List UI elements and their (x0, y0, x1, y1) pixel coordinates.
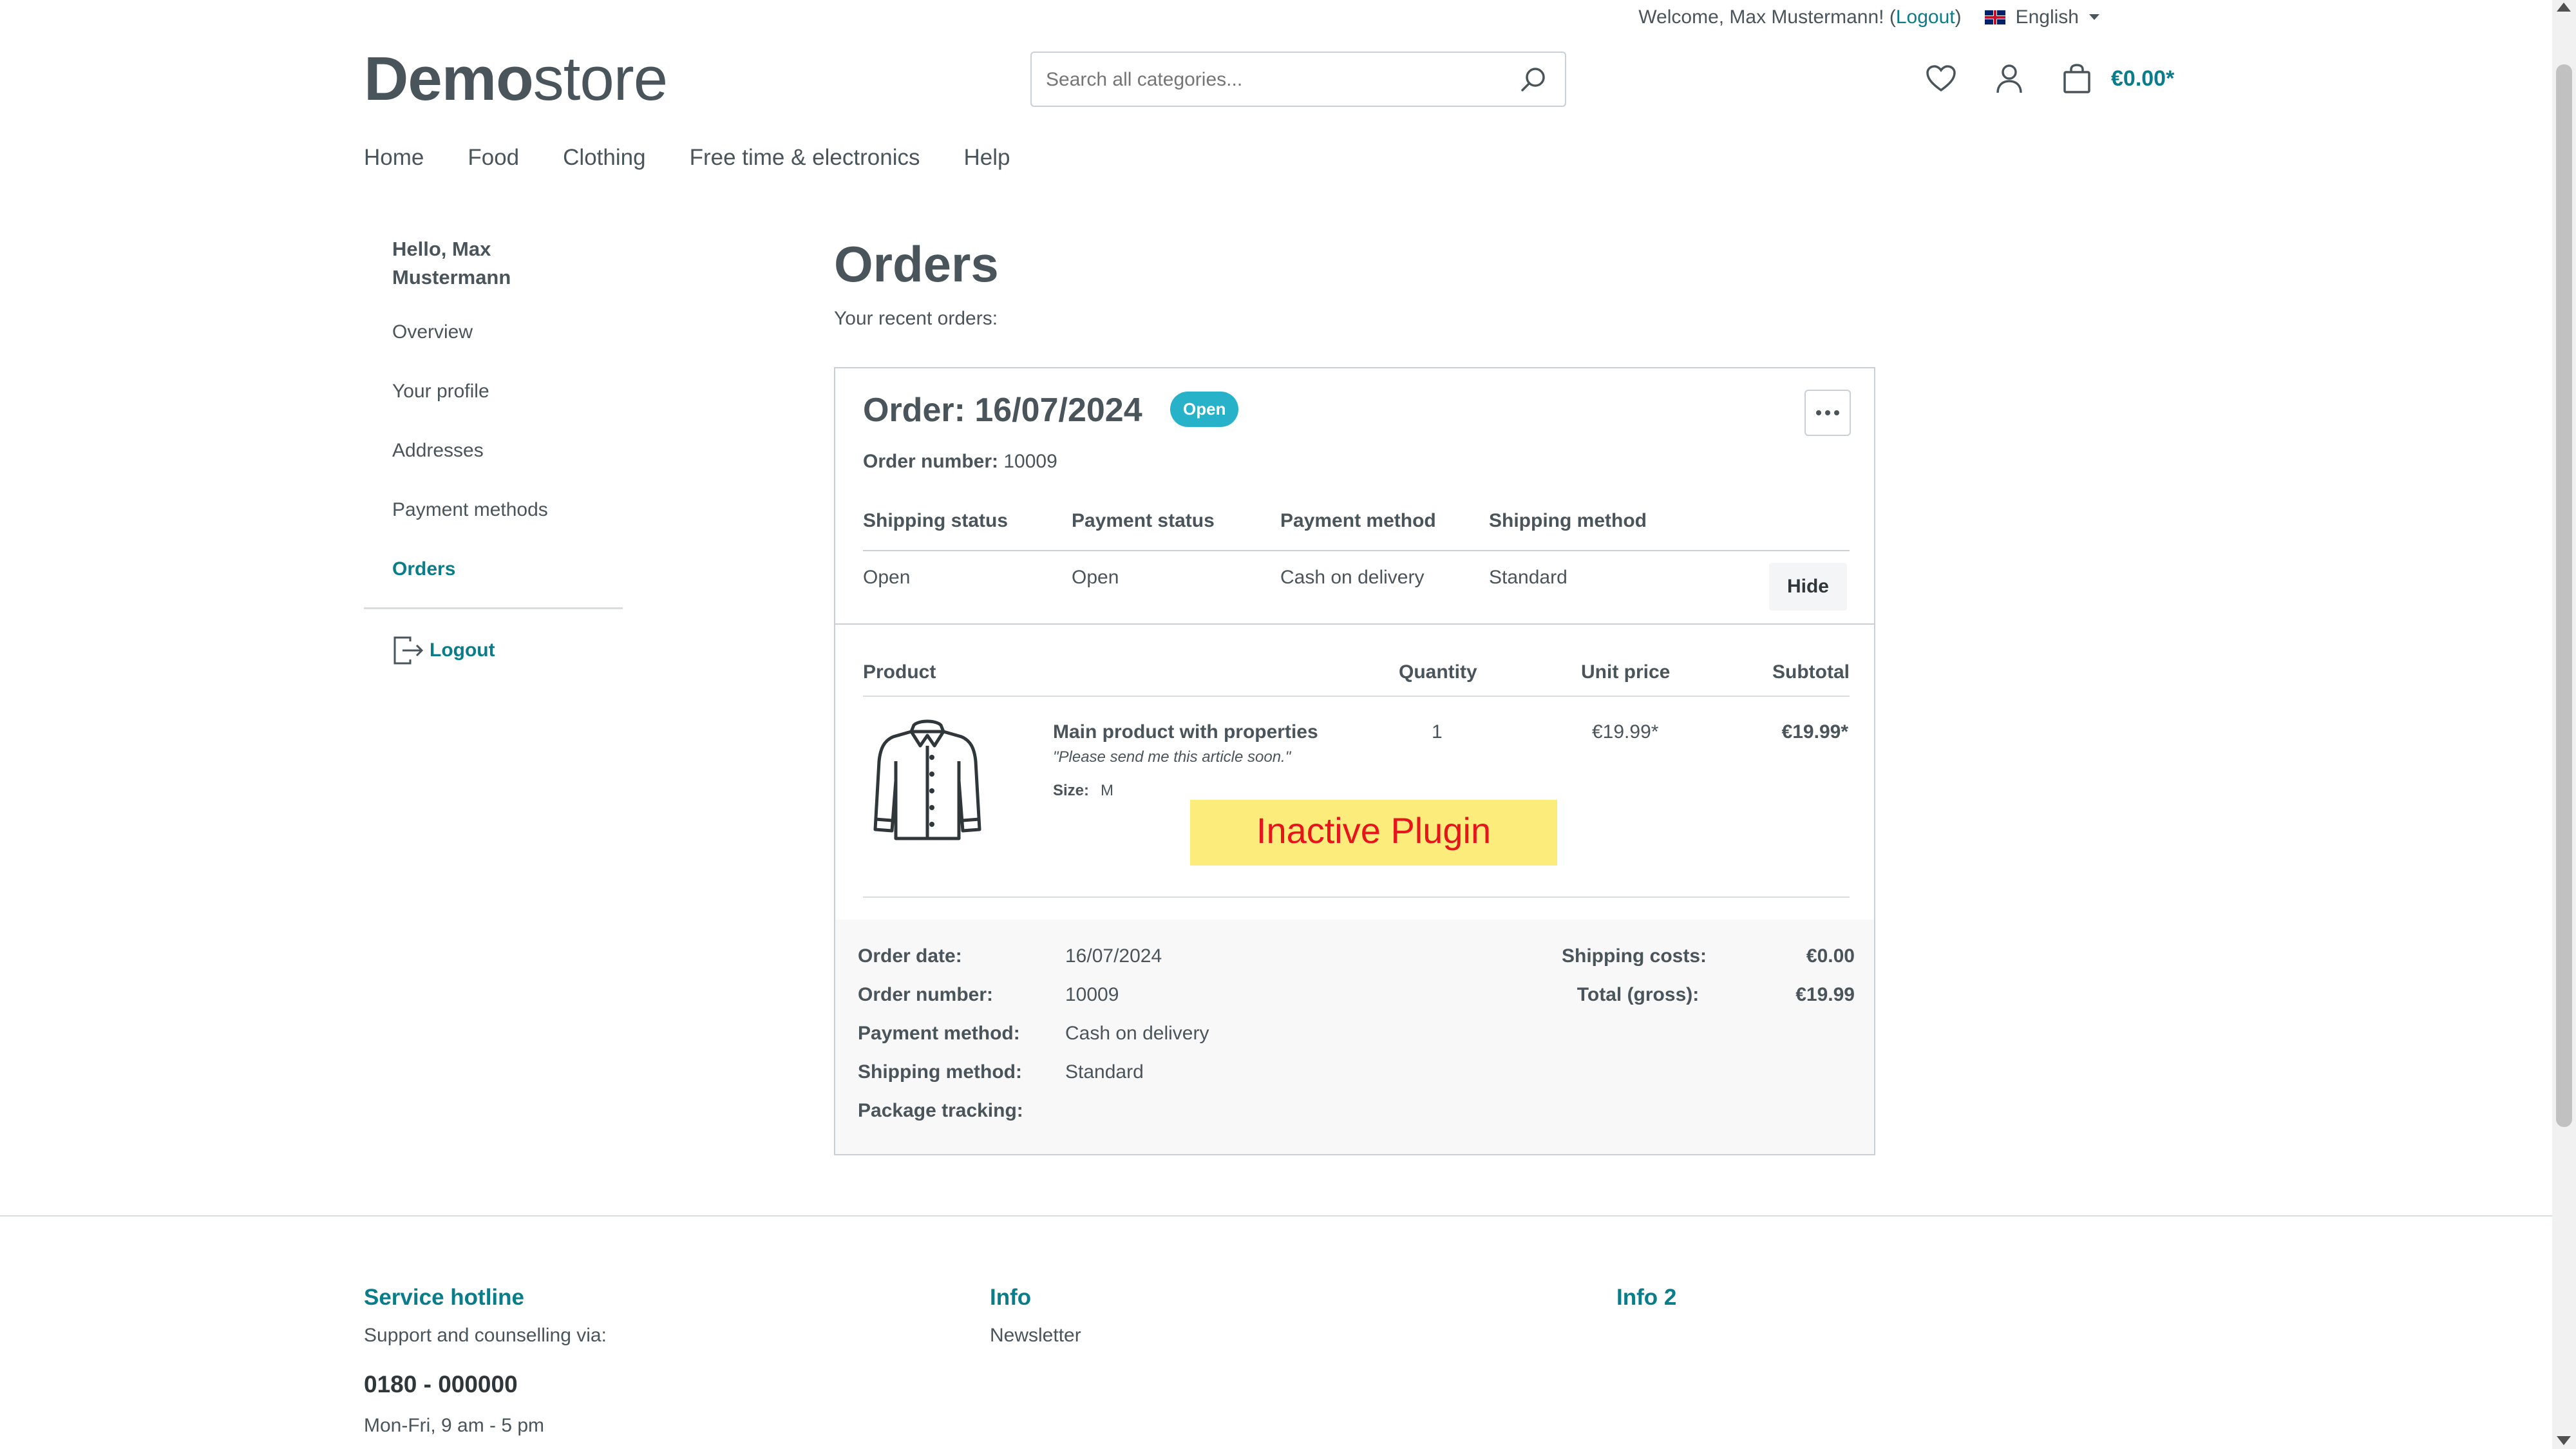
search-input[interactable] (1045, 66, 1498, 94)
order-heading: Order: 16/07/2024 (863, 392, 1142, 429)
value-payment-method: Cash on delivery (1280, 567, 1425, 588)
footer-info-title: Info (990, 1285, 1032, 1310)
top-bar: Welcome, Max Mustermann! (Logout) Englis… (1638, 6, 2099, 28)
scroll-up-arrow-icon[interactable] (2557, 3, 2571, 12)
order-status-headers: Shipping status Payment status Payment m… (863, 510, 1698, 532)
welcome-text: Welcome, Max Mustermann! (Logout) (1638, 6, 1962, 28)
sidebar-logout-button[interactable]: Logout (392, 635, 623, 666)
uk-flag-icon (1984, 10, 2005, 24)
nav-item-clothing[interactable]: Clothing (563, 145, 645, 171)
order-card: Order: 16/07/2024 Open Order number: 100… (834, 367, 1875, 1155)
product-size: Size: M (1053, 782, 1114, 799)
footer-info: Info Newsletter (990, 1285, 1081, 1347)
nav-item-free-time-electronics[interactable]: Free time & electronics (690, 145, 920, 171)
footer-divider (0, 1215, 2552, 1217)
divider (863, 550, 1850, 551)
footer-phone[interactable]: 0180 - 000000 (364, 1371, 607, 1398)
header-actions: €0.00* (1926, 63, 2174, 94)
main-navigation: Home Food Clothing Free time & electroni… (364, 145, 1010, 171)
value-shipping-method: Standard (1489, 567, 1567, 588)
language-selector[interactable]: English (1984, 6, 2099, 28)
account-user-icon[interactable] (1995, 63, 2023, 94)
wishlist-heart-icon[interactable] (1926, 64, 1956, 93)
more-dots-icon (1816, 410, 1821, 415)
footer-info-2: Info 2 (1616, 1285, 1676, 1311)
value-payment-status: Open (1072, 567, 1119, 588)
value-shipping-status: Open (863, 567, 911, 588)
header-shipping-method: Shipping method (1489, 510, 1647, 531)
page-subtitle: Your recent orders: (834, 308, 998, 329)
sidebar-divider (364, 607, 623, 609)
order-summary-totals: Shipping costs: €0.00 Total (gross): €19.9… (1562, 945, 1855, 1005)
order-status-values: Open Open Cash on delivery Standard (863, 567, 1698, 589)
scrollbar-thumb[interactable] (2556, 64, 2572, 1127)
divider (863, 696, 1850, 697)
order-actions-menu-button[interactable] (1804, 390, 1851, 436)
search-icon[interactable] (1519, 64, 1548, 94)
sidebar-item-orders[interactable]: Orders (392, 552, 623, 611)
language-label: English (2015, 6, 2079, 28)
footer-newsletter-link[interactable]: Newsletter (990, 1325, 1081, 1347)
jacket-icon[interactable] (867, 716, 987, 842)
nav-item-help[interactable]: Help (963, 145, 1010, 171)
col-subtotal: Subtotal (1772, 661, 1850, 683)
product-subtotal: €19.99* (1781, 721, 1848, 743)
footer-hotline-title: Service hotline (364, 1285, 524, 1310)
footer-service-hotline: Service hotline Support and counselling … (364, 1285, 607, 1437)
nav-item-home[interactable]: Home (364, 145, 424, 171)
col-product: Product (863, 661, 936, 683)
order-number-line: Order number: 10009 (863, 451, 1057, 472)
hide-details-button[interactable]: Hide (1768, 563, 1847, 611)
header-payment-status: Payment status (1072, 510, 1215, 531)
cart-button[interactable]: €0.00* (2062, 63, 2174, 94)
status-badge: Open (1170, 392, 1239, 427)
account-menu: Overview Your profile Addresses Payment … (392, 315, 623, 611)
footer-info2-title: Info 2 (1616, 1285, 1677, 1310)
order-summary-details: Order date: 16/07/2024 Order number: 10009… (858, 945, 1209, 1121)
account-sidebar: Hello, Max Mustermann Overview Your prof… (364, 235, 623, 666)
col-quantity: Quantity (1399, 661, 1477, 683)
divider (863, 896, 1850, 898)
footer-hours: Mon-Fri, 9 am - 5 pm (364, 1415, 545, 1436)
top-logout-link[interactable]: Logout (1896, 6, 1955, 28)
sidebar-item-addresses[interactable]: Addresses (392, 433, 623, 493)
scroll-down-arrow-icon[interactable] (2557, 1436, 2571, 1445)
product-quantity: 1 (1432, 721, 1443, 743)
logout-icon (393, 636, 424, 665)
col-unit-price: Unit price (1581, 661, 1671, 683)
sidebar-item-profile[interactable]: Your profile (392, 374, 623, 433)
caret-down-icon (2089, 14, 2099, 20)
sidebar-item-overview[interactable]: Overview (392, 315, 623, 374)
product-comment: "Please send me this article soon." (1053, 748, 1291, 766)
search-box (1030, 52, 1566, 107)
divider (835, 623, 1874, 625)
product-unit-price: €19.99* (1592, 721, 1659, 743)
account-greeting: Hello, Max Mustermann (392, 238, 511, 289)
shopping-bag-icon (2063, 64, 2090, 93)
product-name[interactable]: Main product with properties (1053, 721, 1318, 743)
order-summary: Order date: 16/07/2024 Order number: 10009… (835, 920, 1874, 1154)
sidebar-item-payment-methods[interactable]: Payment methods (392, 493, 623, 552)
nav-item-food[interactable]: Food (468, 145, 519, 171)
header-payment-method: Payment method (1280, 510, 1436, 531)
header-shipping-status: Shipping status (863, 510, 1008, 531)
footer-hotline-text: Support and counselling via: (364, 1325, 607, 1346)
inactive-plugin-placeholder: Inactive Plugin (1190, 800, 1557, 866)
page-title: Orders (834, 236, 999, 292)
cart-total: €0.00* (2111, 66, 2175, 91)
store-logo[interactable]: Demostore (364, 44, 668, 115)
